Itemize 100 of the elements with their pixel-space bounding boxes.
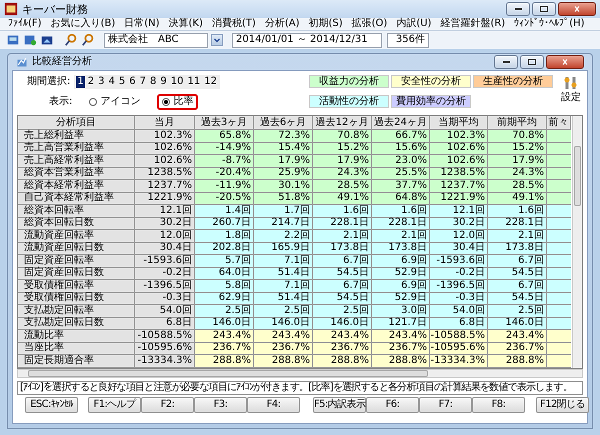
table-cell: 51.8% bbox=[254, 192, 313, 205]
table-cell: 52.9日 bbox=[372, 292, 430, 305]
period-tab[interactable]: 3 bbox=[97, 76, 106, 88]
function-key-button[interactable]: F8: bbox=[472, 396, 525, 412]
chart-icon[interactable] bbox=[16, 56, 28, 68]
period-tab[interactable]: 10 bbox=[170, 76, 184, 88]
table-cell: -0.2日 bbox=[135, 268, 195, 280]
table-cell: 17.9% bbox=[313, 155, 372, 168]
close-button[interactable] bbox=[546, 55, 584, 69]
analysis-button[interactable]: 生産性の分析 bbox=[473, 75, 553, 88]
monitor-plus-icon[interactable] bbox=[23, 33, 37, 47]
function-key-button[interactable]: F2: bbox=[141, 396, 194, 412]
function-key-button[interactable]: F12閉じる bbox=[536, 396, 589, 412]
close-button[interactable] bbox=[558, 2, 596, 16]
period-tab[interactable]: 6 bbox=[128, 76, 137, 88]
close-icon[interactable] bbox=[572, 4, 582, 14]
table-cell: 15.2% bbox=[313, 142, 372, 155]
column-header: 前々 bbox=[547, 116, 571, 130]
settings-label[interactable]: 設定 bbox=[561, 93, 581, 103]
table-cell: 243.4% bbox=[195, 330, 254, 342]
table-cell: -0.3日 bbox=[135, 292, 195, 305]
scrollbar-thumb[interactable] bbox=[574, 146, 581, 206]
column-header: 過去6ヶ月 bbox=[254, 116, 313, 130]
period-tab[interactable]: 5 bbox=[118, 76, 126, 88]
menu-item[interactable]: 分析(A) bbox=[264, 19, 300, 29]
table-cell: -14.9% bbox=[195, 142, 254, 155]
table-cell: 6.8日 bbox=[430, 318, 488, 330]
row-label: 自己資本経常利益率 bbox=[18, 192, 135, 205]
period-tab[interactable]: 2 bbox=[86, 76, 96, 88]
close-icon[interactable] bbox=[560, 57, 570, 67]
menu-item[interactable]: 初期(S) bbox=[308, 19, 343, 29]
table-cell bbox=[547, 242, 571, 255]
table-cell: 6.9回 bbox=[372, 280, 430, 292]
period-tab[interactable]: 8 bbox=[149, 76, 158, 88]
analysis-button[interactable]: 安全性の分析 bbox=[391, 75, 471, 88]
table-cell: 66.7% bbox=[372, 130, 430, 142]
monitor-icon[interactable] bbox=[6, 33, 20, 47]
period-tab[interactable]: 12 bbox=[203, 76, 218, 88]
app-logo-icon[interactable] bbox=[4, 2, 18, 16]
table-cell: 146.0日 bbox=[488, 318, 547, 330]
table-cell: -10595.6% bbox=[430, 342, 488, 355]
table-cell: 65.8% bbox=[195, 130, 254, 142]
function-key-button[interactable]: F5:内訳表示 bbox=[313, 396, 366, 412]
table-cell: 1238.5% bbox=[430, 168, 488, 180]
table-cell: -0.2日 bbox=[430, 268, 488, 280]
menu-item[interactable]: お気に入り(B) bbox=[50, 19, 116, 29]
function-key-button[interactable]: F4: bbox=[247, 396, 300, 412]
function-key-button[interactable]: F3: bbox=[194, 396, 247, 412]
column-header: 過去24ヶ月 bbox=[372, 116, 430, 130]
table-cell: 30.2日 bbox=[135, 218, 195, 230]
period-tab[interactable]: 9 bbox=[159, 76, 168, 88]
maximize-button[interactable] bbox=[520, 55, 544, 69]
menu-item[interactable]: 拡張(O) bbox=[352, 19, 388, 29]
analysis-button[interactable]: 収益力の分析 bbox=[309, 75, 389, 88]
function-key-button[interactable]: F7: bbox=[419, 396, 472, 412]
row-label: 流動資産回転率 bbox=[18, 230, 135, 242]
radio-option[interactable]: 比率 bbox=[157, 94, 198, 110]
table-cell bbox=[547, 168, 571, 180]
period-tab[interactable]: 7 bbox=[138, 76, 147, 88]
table-cell: -13334.3% bbox=[135, 355, 195, 368]
table-cell bbox=[547, 142, 571, 155]
table-cell: 25.9% bbox=[254, 168, 313, 180]
menu-item[interactable]: ﾌｧｲﾙ(F) bbox=[8, 19, 42, 29]
period-tab[interactable]: 4 bbox=[108, 76, 116, 88]
analysis-button[interactable]: 活動性の分析 bbox=[309, 95, 389, 108]
period-tab[interactable]: 1 bbox=[76, 76, 85, 88]
table-cell: 102.6% bbox=[135, 155, 195, 168]
window-title: キーバー財務 bbox=[22, 4, 88, 14]
table-cell: -1593.6回 bbox=[430, 255, 488, 268]
row-label: 売上総利益率 bbox=[18, 130, 135, 142]
minimize-button[interactable] bbox=[506, 2, 530, 16]
period-tab[interactable]: 11 bbox=[186, 76, 202, 88]
table-cell bbox=[547, 355, 571, 368]
minimize-button[interactable] bbox=[494, 55, 518, 69]
function-key-button[interactable]: ESC:ｷｬﾝｾﾙ bbox=[25, 396, 78, 412]
table-cell: 1237.7% bbox=[135, 180, 195, 192]
menu-item[interactable]: 経営羅針盤(R) bbox=[440, 19, 506, 29]
maximize-button[interactable] bbox=[532, 2, 556, 16]
table-cell: 243.4% bbox=[488, 330, 547, 342]
table-cell: -1396.5回 bbox=[430, 280, 488, 292]
table-cell: 15.2% bbox=[488, 142, 547, 155]
scrollbar-thumb[interactable] bbox=[28, 370, 428, 376]
vertical-scrollbar[interactable] bbox=[572, 116, 582, 368]
menu-item[interactable]: ｳｨﾝﾄﾞｳ･ﾍﾙﾌﾟ(H) bbox=[514, 19, 585, 29]
function-key-button[interactable]: F1:ヘルプ bbox=[88, 396, 141, 412]
analysis-button[interactable]: 費用効率の分析 bbox=[391, 95, 471, 108]
menu-item[interactable]: 日常(N) bbox=[124, 19, 160, 29]
menu-item[interactable]: 消費税(T) bbox=[212, 19, 256, 29]
menu-item[interactable]: 決算(K) bbox=[168, 19, 203, 29]
search-icon[interactable] bbox=[64, 33, 78, 47]
settings-icon[interactable] bbox=[563, 75, 579, 91]
radio-option[interactable]: アイコン bbox=[84, 94, 146, 110]
search-icon[interactable] bbox=[81, 33, 95, 47]
function-key-button[interactable]: F6: bbox=[366, 396, 419, 412]
company-field[interactable]: 株式会社 ABC bbox=[104, 32, 208, 48]
period-label: 期間選択: bbox=[27, 77, 70, 87]
table-cell: 102.3% bbox=[430, 130, 488, 142]
table-cell: 243.4% bbox=[313, 330, 372, 342]
menu-item[interactable]: 内訳(U) bbox=[396, 19, 432, 29]
table-cell: 1237.7% bbox=[430, 180, 488, 192]
